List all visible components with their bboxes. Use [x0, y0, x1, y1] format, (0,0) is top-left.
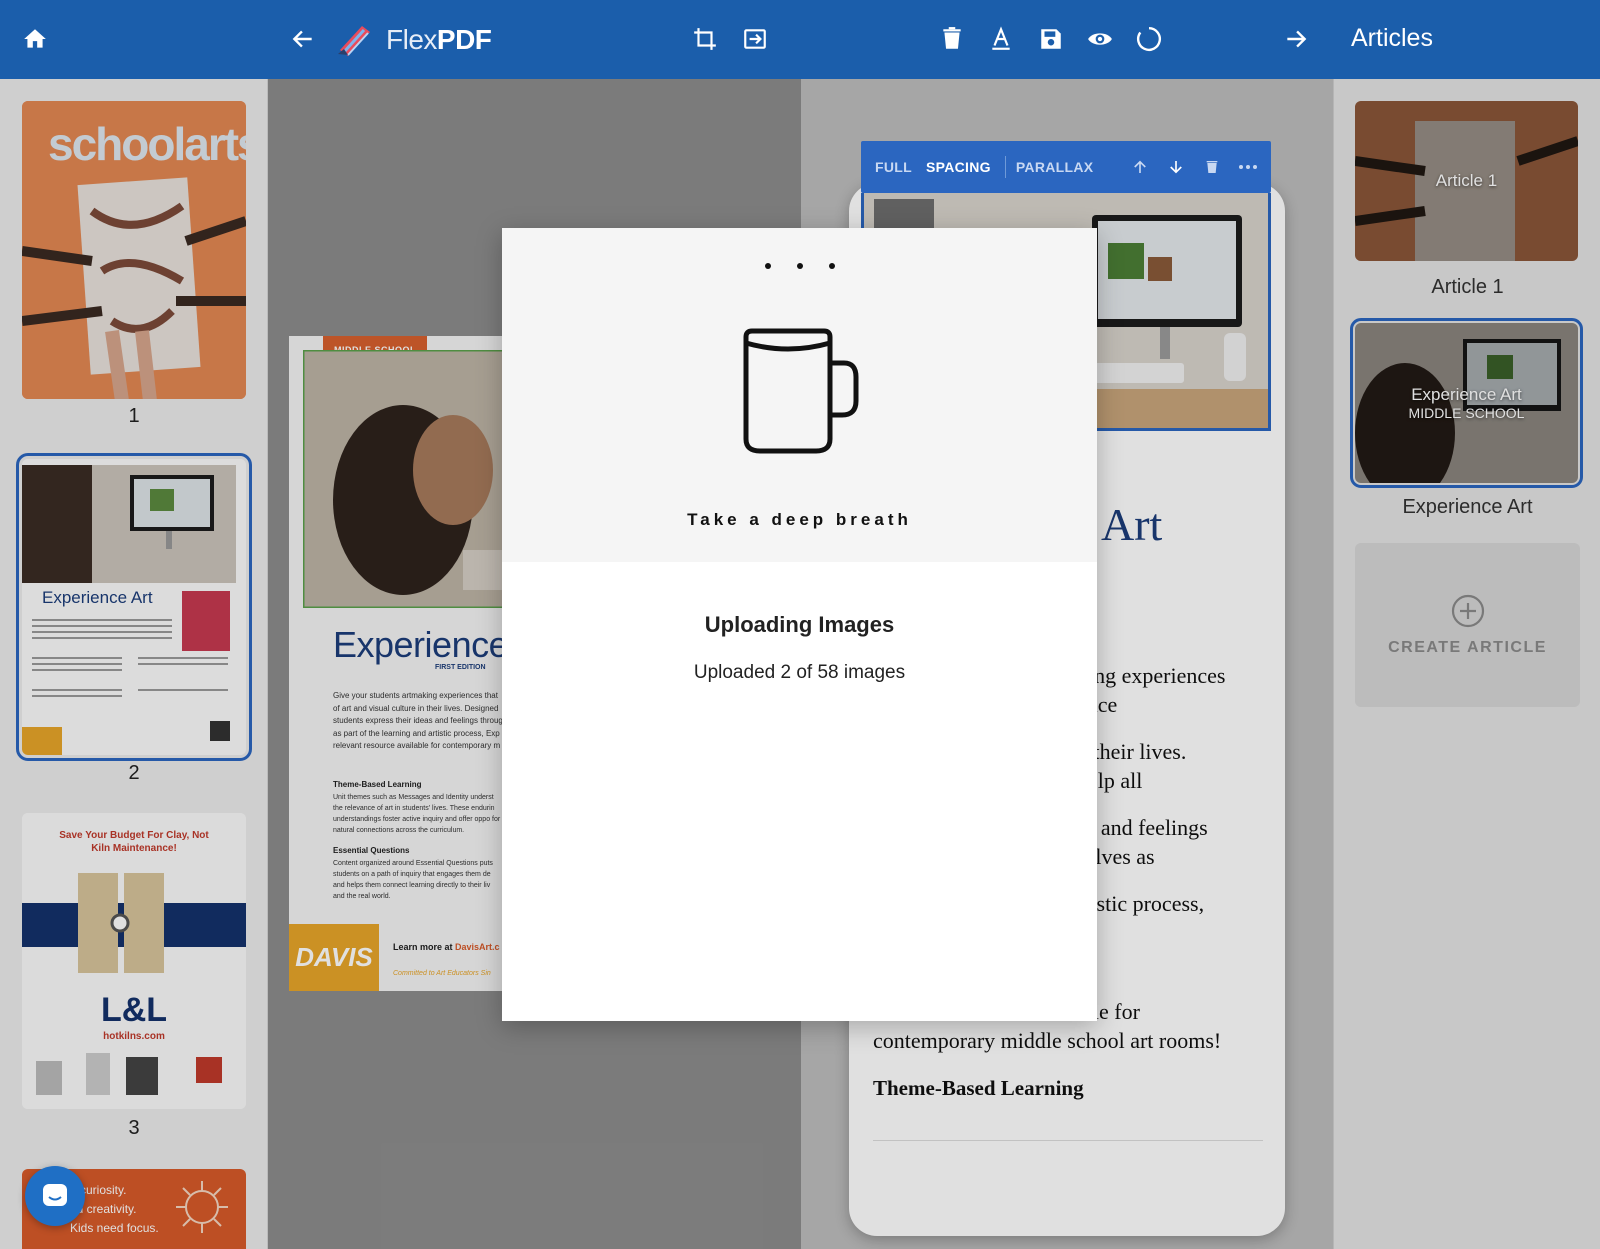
mug-icon — [743, 328, 859, 454]
chat-icon — [43, 1184, 67, 1206]
flexpdf-logo-icon — [338, 26, 370, 56]
modal-tagline: Take a deep breath — [687, 510, 912, 529]
arrow-right-icon[interactable] — [1277, 20, 1315, 58]
eye-icon[interactable] — [1081, 20, 1119, 58]
home-icon[interactable] — [16, 20, 54, 58]
modal-title: Uploading Images — [704, 612, 895, 637]
articles-panel-title: Articles — [1351, 24, 1433, 52]
trash-icon[interactable] — [1199, 154, 1225, 180]
top-toolbar: FlexPDF Articles — [0, 0, 1600, 79]
loading-icon — [1130, 20, 1168, 58]
mode-full[interactable]: FULL — [875, 159, 912, 175]
crop-icon[interactable] — [686, 20, 724, 58]
upload-progress-modal: Take a deep breath Uploading Images Uplo… — [502, 228, 1097, 1021]
mode-parallax[interactable]: PARALLAX — [1016, 159, 1094, 175]
arrow-up-icon[interactable] — [1127, 154, 1153, 180]
arrow-left-icon[interactable] — [284, 20, 322, 58]
loading-dots — [502, 256, 1097, 274]
trash-icon[interactable] — [933, 20, 971, 58]
arrow-down-icon[interactable] — [1163, 154, 1189, 180]
modal-illustration: Take a deep breath — [502, 228, 1097, 562]
save-icon[interactable] — [1032, 20, 1070, 58]
text-format-icon[interactable] — [982, 20, 1020, 58]
chat-launcher-button[interactable] — [25, 1166, 85, 1226]
upload-status: Uploaded 2 of 58 images — [693, 662, 906, 683]
import-icon[interactable] — [736, 20, 774, 58]
app-name: FlexPDF — [386, 24, 492, 55]
mode-spacing[interactable]: SPACING — [926, 159, 991, 175]
toolbar-divider — [1004, 156, 1006, 178]
more-icon[interactable] — [1235, 154, 1261, 180]
app-brand: FlexPDF — [334, 22, 492, 58]
block-toolbar: FULL SPACING PARALLAX — [861, 141, 1271, 193]
